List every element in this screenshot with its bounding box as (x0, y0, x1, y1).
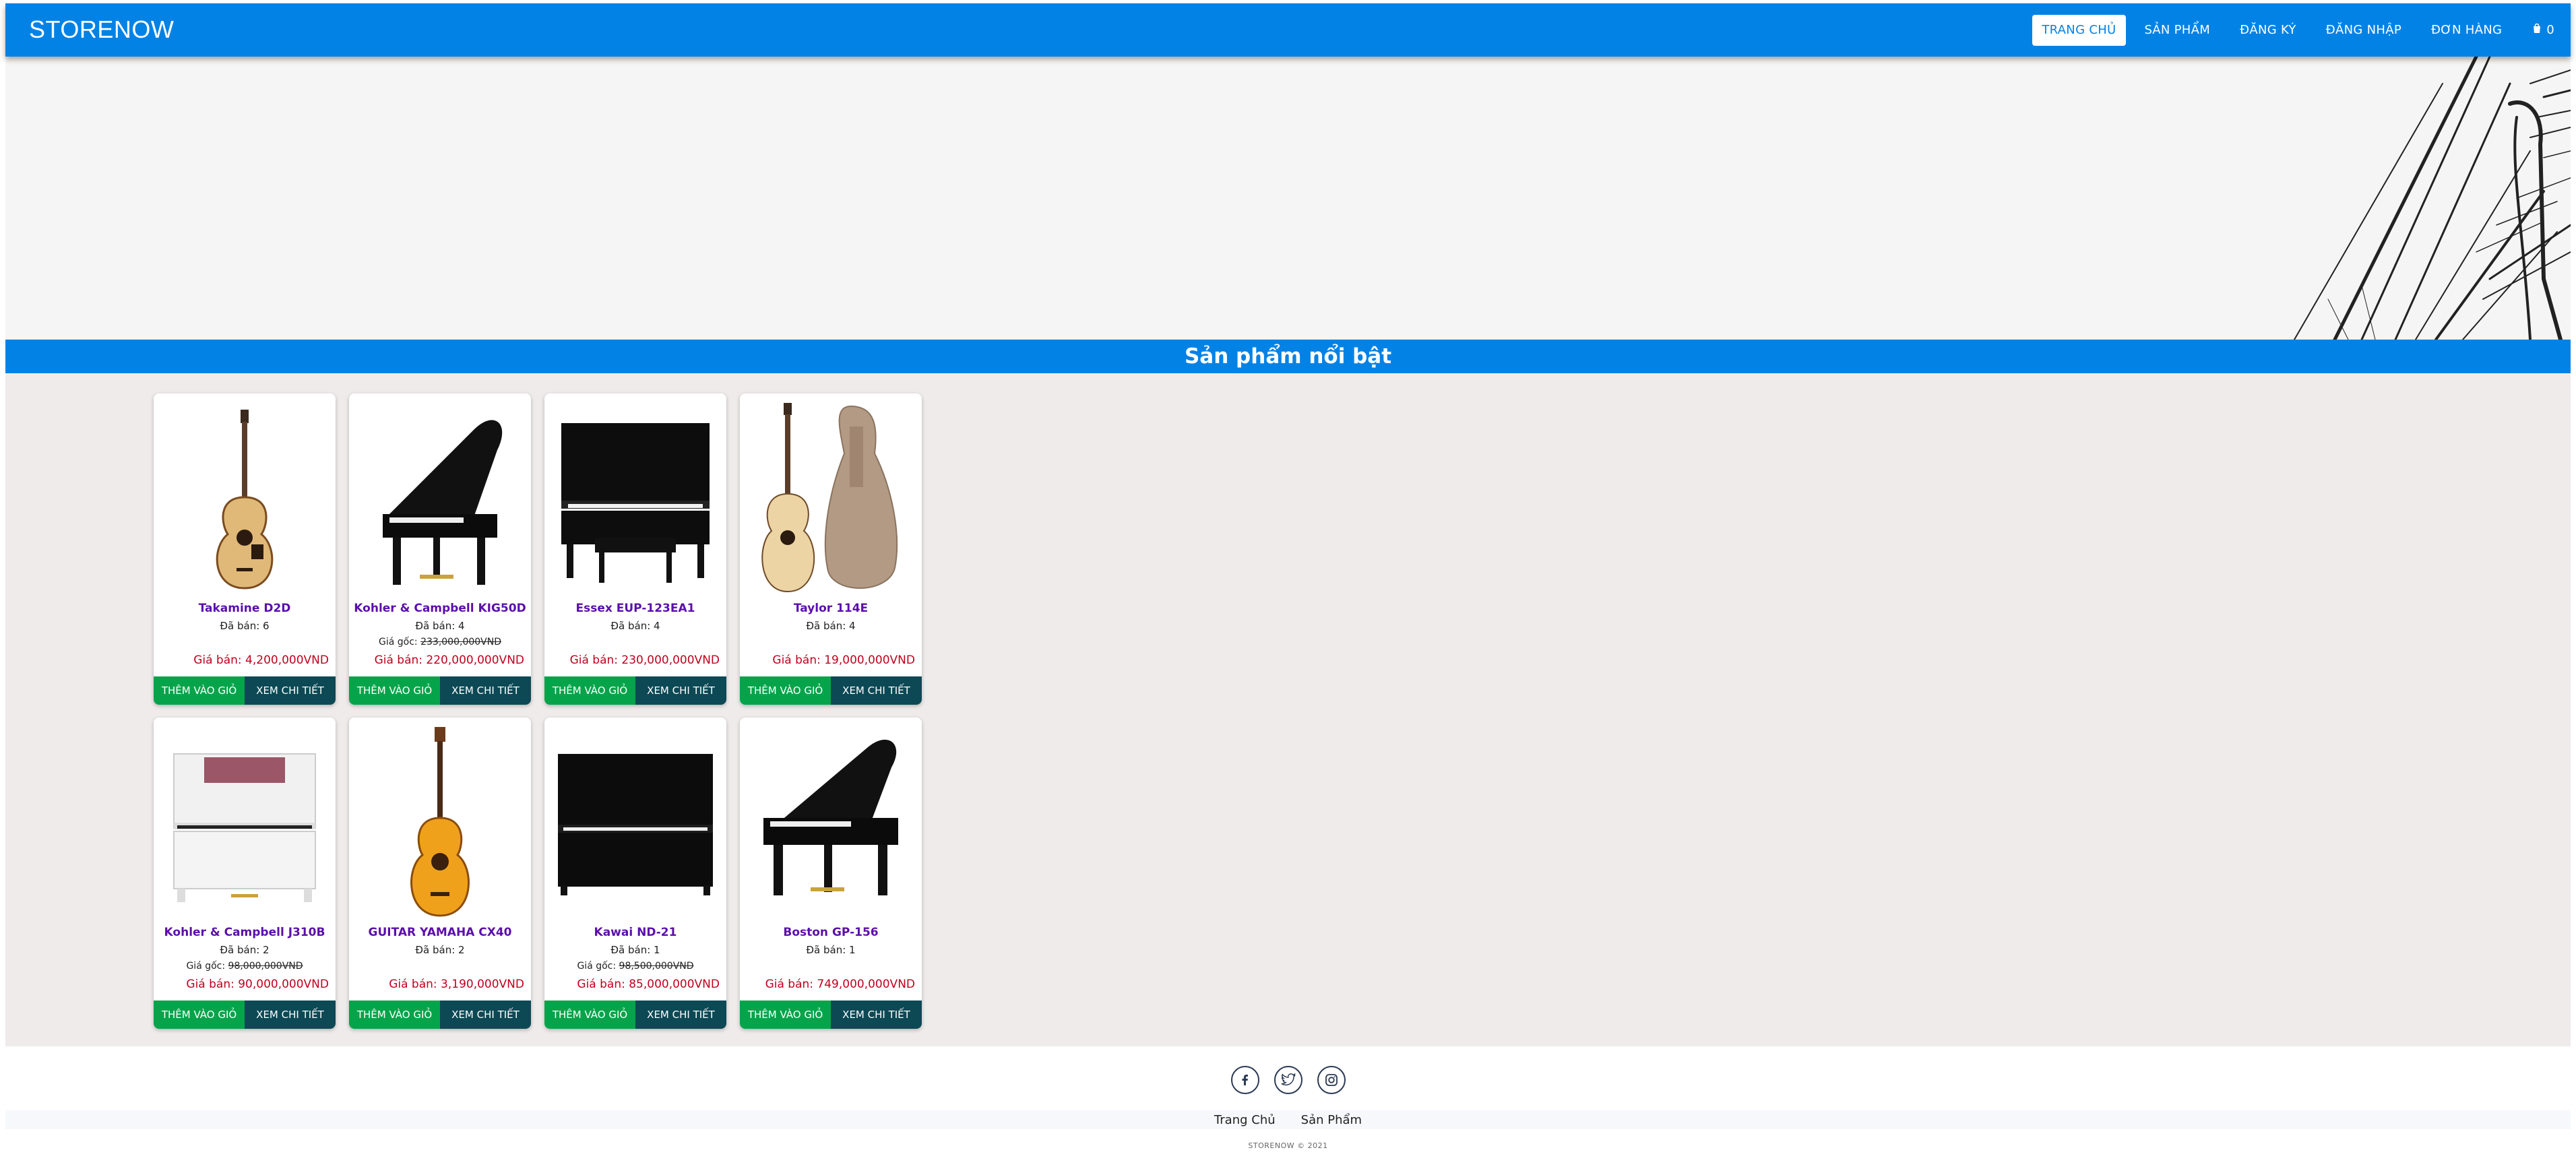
brand-logo[interactable]: STORENOW (29, 15, 174, 44)
classical-guitar-icon[interactable] (356, 724, 524, 918)
add-to-cart-button[interactable]: THÊM VÀO GIỎ (740, 1001, 831, 1029)
product-card: Boston GP-156 Đã bán: 1 Giá bán: 749,000… (740, 718, 922, 1029)
nav-item-orders[interactable]: ĐƠN HÀNG (2416, 15, 2517, 46)
sold-count: Đã bán: 4 (610, 620, 660, 632)
view-detail-button[interactable]: XEM CHI TIẾT (831, 1001, 922, 1029)
hero-banner (5, 57, 2571, 340)
sold-count: Đã bán: 2 (220, 944, 270, 956)
sold-count: Đã bán: 2 (415, 944, 465, 956)
product-price: Giá bán: 220,000,000VND (374, 654, 524, 667)
product-name[interactable]: Taylor 114E (740, 602, 922, 615)
product-price: Giá bán: 85,000,000VND (577, 978, 720, 991)
footer-nav: Trang Chủ Sản Phẩm (5, 1110, 2571, 1129)
cart-button[interactable]: 0 (2517, 15, 2558, 46)
product-card: Takamine D2D Đã bán: 6 Giá bán: 4,200,00… (154, 393, 336, 705)
guitar-with-case-icon[interactable] (747, 400, 915, 594)
instagram-icon[interactable] (1317, 1066, 1346, 1094)
product-name[interactable]: Kohler & Campbell KIG50D (349, 602, 531, 615)
product-price: Giá bán: 749,000,000VND (765, 978, 915, 991)
grand-piano-icon[interactable] (747, 724, 915, 918)
nav-item-register[interactable]: ĐĂNG KÝ (2225, 15, 2311, 46)
product-card: Kohler & Campbell J310B Đã bán: 2 Giá gố… (154, 718, 336, 1029)
social-links (0, 1066, 2576, 1094)
copyright: STORENOW © 2021 (1248, 1141, 1328, 1150)
footer-link-products[interactable]: Sản Phẩm (1301, 1113, 1362, 1127)
piano-sketch-illustration (2294, 57, 2571, 340)
sold-count: Đã bán: 1 (610, 944, 660, 956)
white-upright-piano-icon[interactable] (160, 724, 329, 918)
product-name[interactable]: Takamine D2D (154, 602, 336, 615)
cart-count: 0 (2546, 23, 2554, 37)
product-card: Essex EUP-123EA1 Đã bán: 4 Giá bán: 230,… (544, 393, 726, 705)
view-detail-button[interactable]: XEM CHI TIẾT (635, 676, 726, 705)
product-card: GUITAR YAMAHA CX40 Đã bán: 2 Giá bán: 3,… (349, 718, 531, 1029)
acoustic-guitar-icon[interactable] (160, 400, 329, 594)
add-to-cart-button[interactable]: THÊM VÀO GIỎ (544, 1001, 635, 1029)
nav-item-login[interactable]: ĐĂNG NHẬP (2311, 15, 2416, 46)
product-card: Taylor 114E Đã bán: 4 Giá bán: 19,000,00… (740, 393, 922, 705)
view-detail-button[interactable]: XEM CHI TIẾT (245, 676, 336, 705)
product-card: Kohler & Campbell KIG50D Đã bán: 4 Giá g… (349, 393, 531, 705)
product-name[interactable]: GUITAR YAMAHA CX40 (349, 926, 531, 939)
black-upright-piano-icon[interactable] (551, 724, 720, 918)
section-title: Sản phẩm nổi bật (5, 340, 2571, 373)
product-price: Giá bán: 90,000,000VND (186, 978, 329, 991)
facebook-icon[interactable] (1230, 1066, 1259, 1094)
product-price: Giá bán: 4,200,000VND (193, 654, 329, 667)
nav-item-products[interactable]: SẢN PHẨM (2130, 15, 2226, 46)
add-to-cart-button[interactable]: THÊM VÀO GIỎ (544, 676, 635, 705)
nav-menu: TRANG CHỦ SẢN PHẨM ĐĂNG KÝ ĐĂNG NHẬP ĐƠN… (2032, 15, 2558, 46)
product-name[interactable]: Kohler & Campbell J310B (154, 926, 336, 939)
view-detail-button[interactable]: XEM CHI TIẾT (635, 1001, 726, 1029)
add-to-cart-button[interactable]: THÊM VÀO GIỎ (740, 676, 831, 705)
product-name[interactable]: Kawai ND-21 (544, 926, 726, 939)
navbar: STORENOW TRANG CHỦ SẢN PHẨM ĐĂNG KÝ ĐĂNG… (5, 3, 2571, 57)
product-price: Giá bán: 3,190,000VND (389, 978, 524, 991)
view-detail-button[interactable]: XEM CHI TIẾT (440, 1001, 531, 1029)
view-detail-button[interactable]: XEM CHI TIẾT (440, 676, 531, 705)
page: STORENOW TRANG CHỦ SẢN PHẨM ĐĂNG KÝ ĐĂNG… (0, 0, 2576, 1175)
sold-count: Đã bán: 6 (220, 620, 270, 632)
sold-count: Đã bán: 4 (806, 620, 856, 632)
nav-item-home[interactable]: TRANG CHỦ (2032, 15, 2126, 46)
view-detail-button[interactable]: XEM CHI TIẾT (245, 1001, 336, 1029)
add-to-cart-button[interactable]: THÊM VÀO GIỎ (154, 676, 245, 705)
product-grid: Takamine D2D Đã bán: 6 Giá bán: 4,200,00… (5, 373, 2571, 1046)
add-to-cart-button[interactable]: THÊM VÀO GIỎ (349, 676, 440, 705)
product-price: Giá bán: 230,000,000VND (569, 654, 720, 667)
product-card: Kawai ND-21 Đã bán: 1 Giá gốc: 98,500,00… (544, 718, 726, 1029)
shopping-bag-icon (2532, 15, 2542, 46)
upright-piano-icon[interactable] (551, 400, 720, 594)
original-price: Giá gốc: 233,000,000VND (379, 637, 501, 647)
add-to-cart-button[interactable]: THÊM VÀO GIỎ (154, 1001, 245, 1029)
footer-link-home[interactable]: Trang Chủ (1214, 1113, 1276, 1127)
product-name[interactable]: Boston GP-156 (740, 926, 922, 939)
twitter-icon[interactable] (1274, 1066, 1302, 1094)
grand-piano-icon[interactable] (356, 400, 524, 594)
original-price: Giá gốc: 98,000,000VND (186, 961, 303, 972)
original-price: Giá gốc: 98,500,000VND (577, 961, 694, 972)
product-price: Giá bán: 19,000,000VND (772, 654, 915, 667)
add-to-cart-button[interactable]: THÊM VÀO GIỎ (349, 1001, 440, 1029)
sold-count: Đã bán: 1 (806, 944, 856, 956)
product-name[interactable]: Essex EUP-123EA1 (544, 602, 726, 615)
view-detail-button[interactable]: XEM CHI TIẾT (831, 676, 922, 705)
sold-count: Đã bán: 4 (415, 620, 465, 632)
